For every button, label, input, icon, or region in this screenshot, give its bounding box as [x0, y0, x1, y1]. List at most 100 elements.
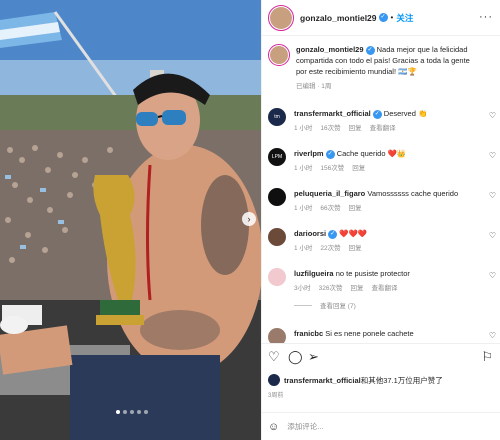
comment-time: 3小时: [294, 285, 311, 292]
comment-input[interactable]: [287, 422, 488, 431]
action-bar: ♡ ◯ ➢ ⚐: [262, 343, 500, 369]
avatar[interactable]: LPM: [268, 148, 286, 166]
heart-icon[interactable]: ♡: [489, 271, 496, 280]
comment-row: darioorsi ✓ ❤️❤️❤️ 1 小时 22次赞 回复 ♡: [268, 228, 498, 252]
bookmark-icon[interactable]: ⚐: [481, 349, 493, 365]
heart-icon[interactable]: ♡: [489, 191, 496, 200]
avatar[interactable]: [268, 228, 286, 246]
author-username[interactable]: gonzalo_montiel29: [300, 13, 377, 23]
heart-icon[interactable]: ♡: [489, 111, 496, 120]
comment-text: darioorsi ✓ ❤️❤️❤️: [294, 228, 478, 239]
heart-icon[interactable]: ♡: [489, 151, 496, 160]
comment-time: 1 小时: [294, 165, 313, 172]
verified-icon: ✓: [372, 109, 382, 119]
author-avatar-ring[interactable]: [268, 4, 294, 31]
verified-icon: ✓: [378, 13, 388, 22]
comment-text: riverlpm ✓ Cache querido ❤️👑: [294, 148, 478, 159]
avatar: [270, 6, 292, 29]
chevron-right-icon[interactable]: ›: [242, 212, 256, 226]
reply-button[interactable]: 回复: [349, 242, 362, 252]
avatar[interactable]: [268, 374, 280, 386]
comment-meta: 1 小时 22次赞 回复: [294, 242, 478, 252]
translate-button[interactable]: 查看翻译: [370, 122, 396, 132]
comment-icon[interactable]: ◯: [288, 349, 303, 365]
comment-username[interactable]: peluqueria_il_figaro: [294, 189, 365, 198]
comment-username[interactable]: riverlpm: [294, 149, 324, 158]
translate-button[interactable]: 查看翻译: [371, 282, 397, 292]
comment-text: peluqueria_il_figaro Vamossssss cache qu…: [294, 188, 478, 199]
post-time: 3周前: [268, 393, 284, 399]
caption-meta: 已编辑 · 1周: [296, 80, 480, 90]
comment-username[interactable]: franicbc: [294, 329, 323, 338]
comment-text: transfermarkt_official ✓ Deserved 👏: [294, 108, 478, 119]
carousel-dot: [123, 410, 127, 414]
caption-username[interactable]: gonzalo_montiel29: [296, 45, 364, 54]
post-photo: ›: [0, 0, 261, 440]
verified-icon: ✓: [325, 149, 335, 159]
caption-text: gonzalo_montiel29 ✓ Nada mejor que la fel…: [296, 44, 480, 77]
author-avatar-ring[interactable]: [268, 44, 290, 66]
follow-button[interactable]: 关注: [396, 12, 413, 24]
comment-username[interactable]: transfermarkt_official: [294, 109, 371, 118]
divider: [294, 304, 312, 306]
avatar[interactable]: [268, 328, 286, 343]
comment-meta: 1 小时 66次赞 回复: [294, 202, 478, 212]
comment-likes[interactable]: 156次赞: [320, 162, 344, 172]
comment-text: franicbc Si es nene ponele cachete: [294, 328, 478, 339]
comment-content: Cache querido ❤️👑: [336, 149, 407, 158]
comment-meta: 1 小时 156次赞 回复: [294, 162, 478, 172]
avatar[interactable]: [268, 188, 286, 206]
likes-summary: transfermarkt_official 和其他37.1万位用户赞了: [268, 374, 443, 386]
comment-content: ❤️❤️❤️: [339, 229, 368, 238]
share-icon[interactable]: ➢: [308, 349, 319, 365]
reply-button[interactable]: 回复: [349, 202, 362, 212]
comment-row: LPM riverlpm ✓ Cache querido ❤️👑 1 小时 156…: [268, 148, 498, 172]
reply-button[interactable]: 回复: [352, 162, 365, 172]
carousel-dot: [137, 410, 141, 414]
avatar[interactable]: [268, 268, 286, 286]
comment-body: luzfilgueira no te pusiste protector 3小时…: [294, 268, 478, 310]
smile-icon[interactable]: ☺: [268, 421, 279, 433]
heart-icon[interactable]: ♡: [489, 331, 496, 340]
carousel-dot: [130, 410, 134, 414]
heart-icon[interactable]: ♡: [489, 231, 496, 240]
comments-list: gonzalo_montiel29 ✓ Nada mejor que la fel…: [262, 36, 500, 343]
comment-row: luzfilgueira no te pusiste protector 3小时…: [268, 268, 498, 310]
comment-body: peluqueria_il_figaro Vamossssss cache qu…: [294, 188, 478, 212]
add-comment-bar: ☺: [262, 412, 500, 440]
comment-content: no te pusiste protector: [335, 269, 410, 278]
verified-icon: ✓: [365, 45, 375, 55]
comment-time: 1 小时: [294, 245, 313, 252]
comment-row: peluqueria_il_figaro Vamossssss cache qu…: [268, 188, 498, 212]
separator-dot: •: [390, 13, 394, 22]
comment-username[interactable]: darioorsi: [294, 229, 326, 238]
comment-body: riverlpm ✓ Cache querido ❤️👑 1 小时 156次赞 回…: [294, 148, 478, 172]
comment-username[interactable]: luzfilgueira: [294, 269, 334, 278]
comment-likes[interactable]: 22次赞: [320, 242, 340, 252]
comment-text: luzfilgueira no te pusiste protector: [294, 268, 478, 279]
comment-row: tm transfermarkt_official ✓ Deserved 👏 1 …: [268, 108, 498, 132]
carousel-dot: [144, 410, 148, 414]
comment-time: 1 小时: [294, 205, 313, 212]
comment-meta: 3小时 326次赞 回复 查看翻译: [294, 282, 478, 292]
reply-button[interactable]: 回复: [349, 122, 362, 132]
post-detail-panel: gonzalo_montiel29 ✓ • 关注 ··· gonzalo_mon…: [261, 0, 500, 440]
comment-likes[interactable]: 66次赞: [320, 202, 340, 212]
comment-body: transfermarkt_official ✓ Deserved 👏 1 小时 …: [294, 108, 478, 132]
comment-content: Si es nene ponele cachete: [325, 329, 414, 338]
comment-content: Vamossssss cache querido: [367, 189, 459, 198]
comment-likes[interactable]: 326次赞: [319, 282, 343, 292]
reply-button[interactable]: 回复: [350, 282, 363, 292]
comment-row: franicbc Si es nene ponele cachete ♡: [268, 328, 498, 343]
likes-rest[interactable]: 和其他37.1万位用户赞了: [361, 375, 443, 386]
post-header: gonzalo_montiel29 ✓ • 关注 ···: [262, 0, 500, 36]
avatar[interactable]: tm: [268, 108, 286, 126]
view-replies-label: 查看回复 (7): [320, 303, 356, 310]
view-replies-button[interactable]: 查看回复 (7): [294, 300, 478, 310]
comment-likes[interactable]: 16次赞: [320, 122, 340, 132]
caption-time: 已编辑 · 1周: [296, 83, 332, 90]
post-image-illustration: [0, 0, 261, 440]
more-icon[interactable]: ···: [479, 11, 493, 23]
likes-user[interactable]: transfermarkt_official: [284, 376, 361, 385]
heart-icon[interactable]: ♡: [268, 349, 280, 365]
